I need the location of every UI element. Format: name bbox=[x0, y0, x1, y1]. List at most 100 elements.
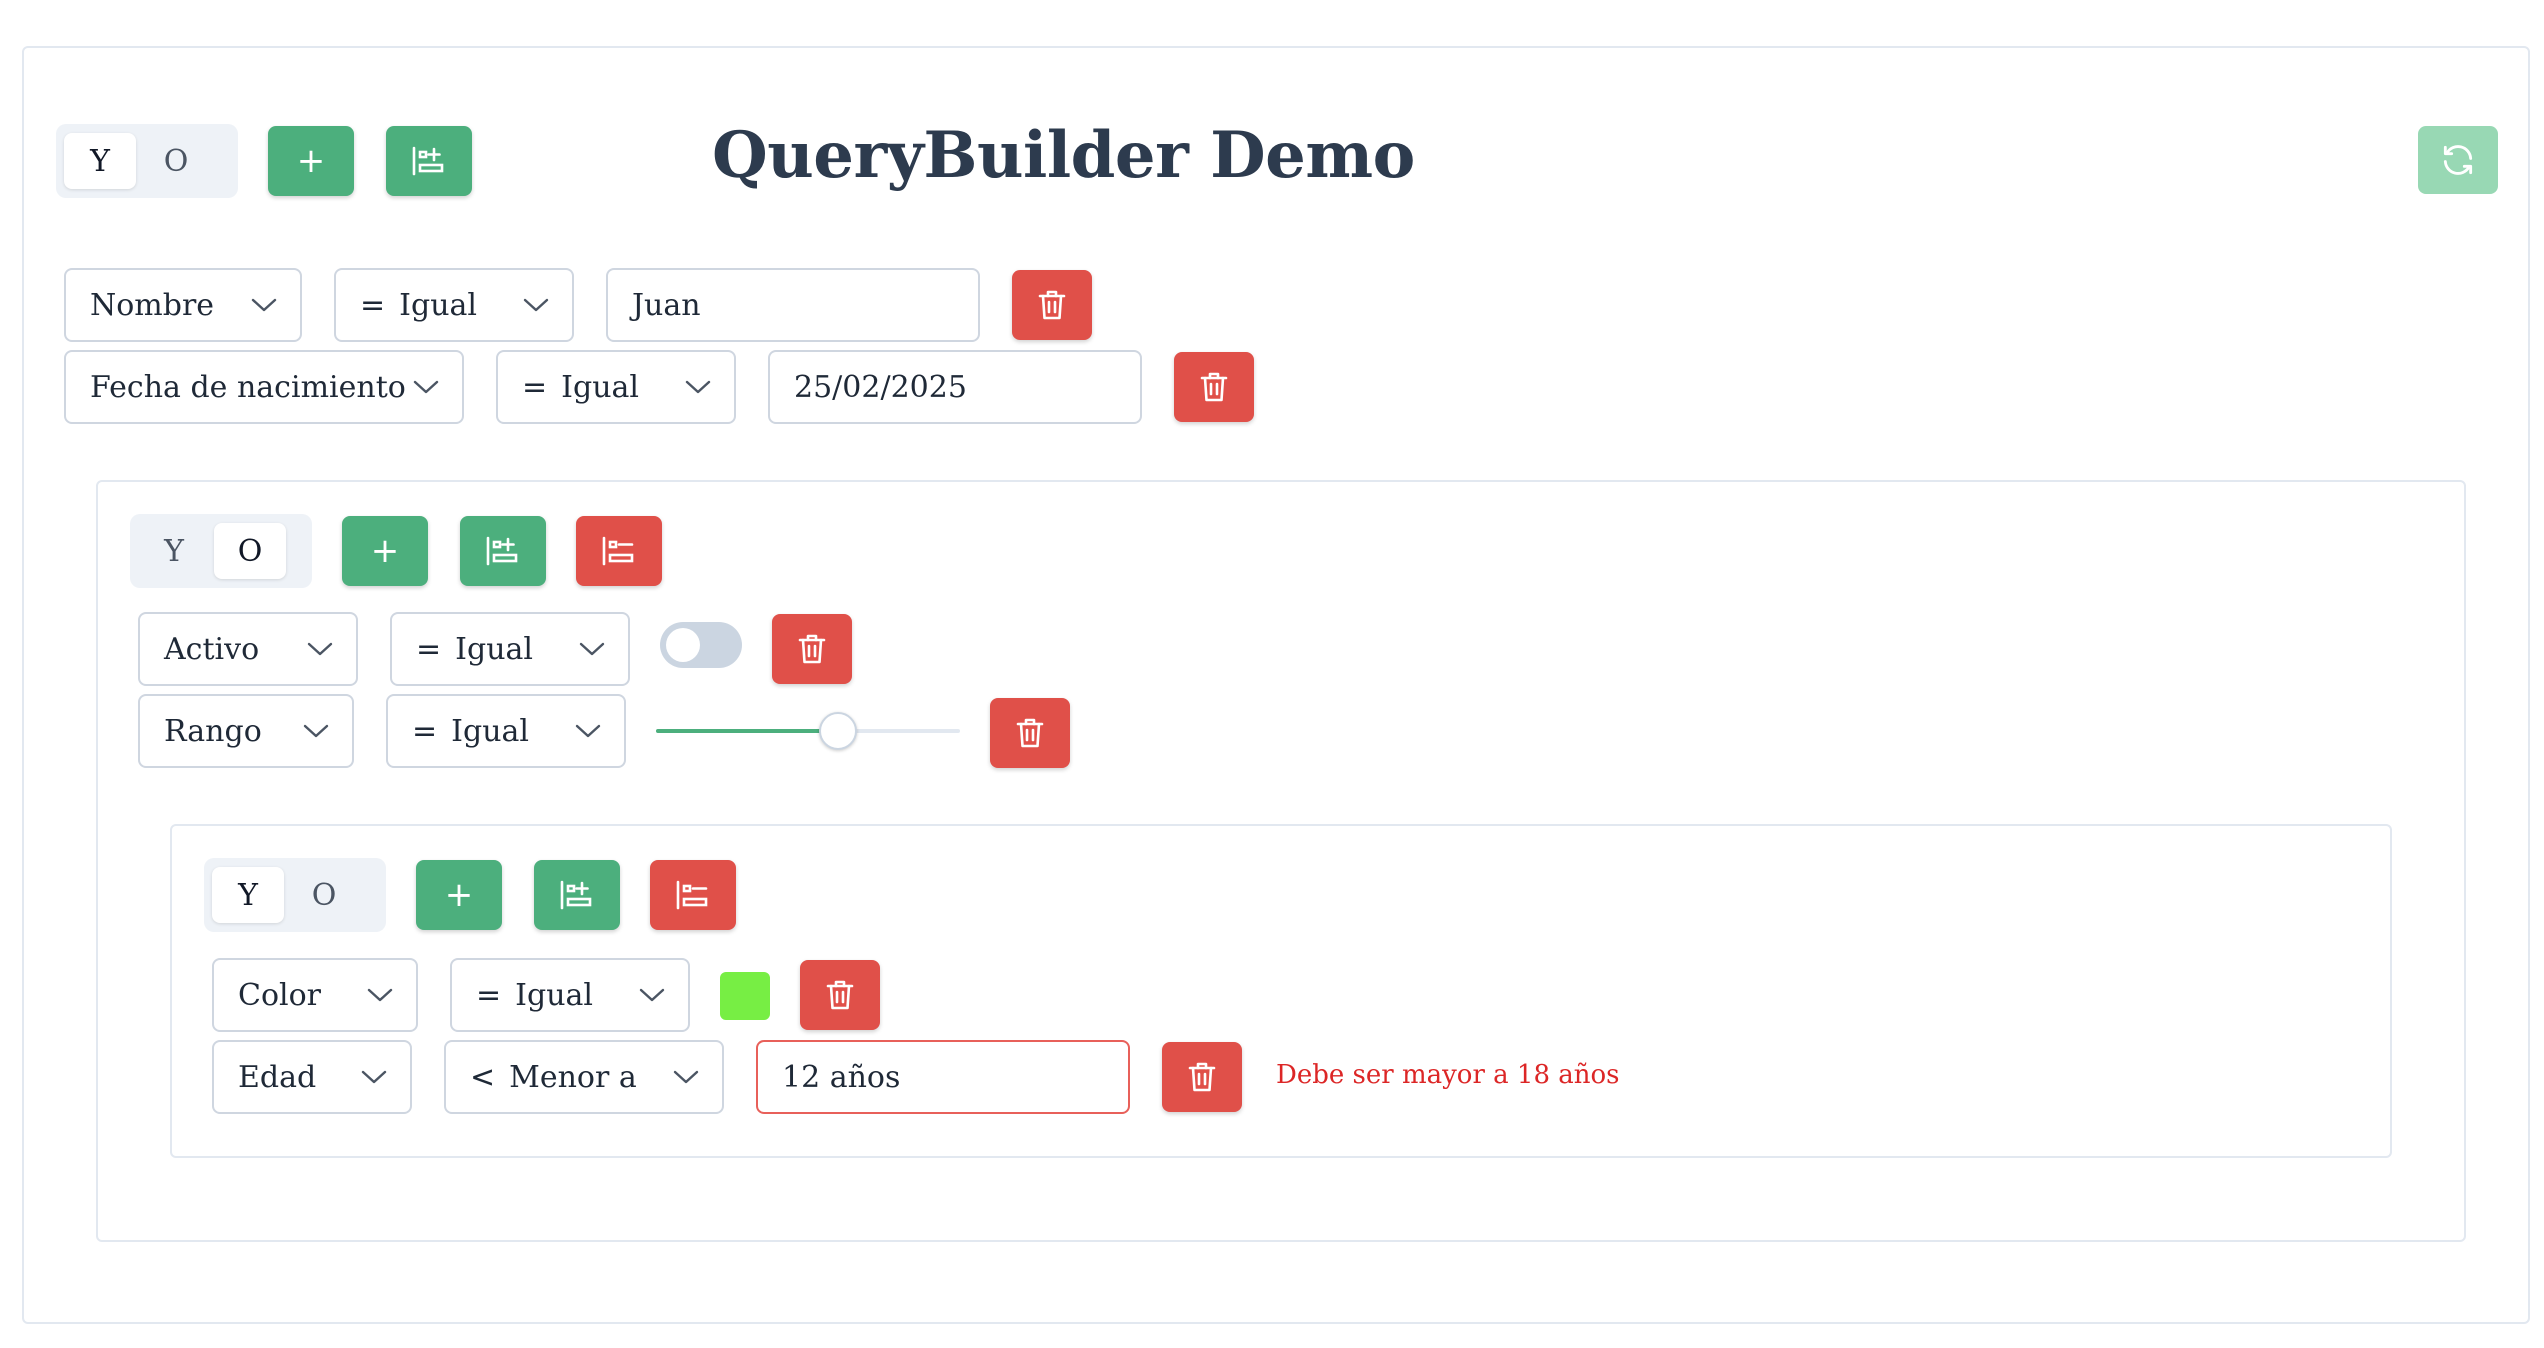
remove-rule-button[interactable] bbox=[1162, 1042, 1242, 1112]
select-value: Color bbox=[238, 977, 322, 1013]
plus-icon: + bbox=[370, 531, 400, 571]
switch-knob bbox=[666, 628, 700, 662]
select-value: = Igual bbox=[412, 714, 529, 749]
select-value: Activo bbox=[164, 631, 260, 667]
group-combinator-y[interactable]: Y bbox=[138, 523, 210, 579]
add-group-icon bbox=[560, 880, 592, 910]
operator-symbol: = bbox=[416, 631, 442, 667]
chevron-down-icon bbox=[413, 380, 439, 394]
refresh-icon bbox=[2443, 145, 2473, 175]
rule-operator-select[interactable]: = Igual bbox=[390, 612, 630, 686]
remove-group-icon bbox=[676, 880, 708, 910]
trash-icon bbox=[1038, 290, 1066, 320]
select-value: < Menor a bbox=[470, 1060, 637, 1095]
group-combinator-o[interactable]: O bbox=[214, 523, 286, 579]
rule-color-picker[interactable] bbox=[720, 972, 770, 1020]
remove-rule-button[interactable] bbox=[772, 614, 852, 684]
group-add-group-button[interactable] bbox=[460, 516, 546, 586]
trash-icon bbox=[1200, 372, 1228, 402]
operator-symbol: = bbox=[412, 713, 438, 749]
chevron-down-icon bbox=[251, 298, 277, 312]
rule-field-select[interactable]: Activo bbox=[138, 612, 358, 686]
chevron-down-icon bbox=[523, 298, 549, 312]
trash-icon bbox=[1188, 1062, 1216, 1092]
operator-label: Menor a bbox=[509, 1059, 637, 1095]
group-combinator-toggle: Y O bbox=[130, 514, 312, 588]
trash-icon bbox=[798, 634, 826, 664]
rule-field-select[interactable]: Edad bbox=[212, 1040, 412, 1114]
root-add-rule-button[interactable]: + bbox=[268, 126, 354, 196]
select-value: = Igual bbox=[476, 978, 593, 1013]
select-value: Nombre bbox=[90, 287, 215, 323]
nested-add-group-button[interactable] bbox=[534, 860, 620, 930]
trash-icon bbox=[826, 980, 854, 1010]
operator-label: Igual bbox=[515, 977, 593, 1013]
chevron-down-icon bbox=[361, 1070, 387, 1084]
rule-operator-select[interactable]: = Igual bbox=[496, 350, 736, 424]
root-add-group-button[interactable] bbox=[386, 126, 472, 196]
operator-label: Igual bbox=[399, 287, 477, 323]
rule-field-select[interactable]: Rango bbox=[138, 694, 354, 768]
rule-operator-select[interactable]: = Igual bbox=[386, 694, 626, 768]
select-value: = Igual bbox=[360, 288, 477, 323]
remove-group-button[interactable] bbox=[576, 516, 662, 586]
operator-symbol: = bbox=[476, 977, 502, 1013]
rule-operator-select[interactable]: = Igual bbox=[334, 268, 574, 342]
select-value: = Igual bbox=[522, 370, 639, 405]
chevron-down-icon bbox=[579, 642, 605, 656]
operator-label: Igual bbox=[455, 631, 533, 667]
nested-remove-group-button[interactable] bbox=[650, 860, 736, 930]
remove-rule-button[interactable] bbox=[1174, 352, 1254, 422]
chevron-down-icon bbox=[575, 724, 601, 738]
rule-operator-select[interactable]: = Igual bbox=[450, 958, 690, 1032]
operator-symbol: = bbox=[522, 369, 548, 405]
rule-value-switch[interactable] bbox=[660, 622, 742, 668]
nested-add-rule-button[interactable]: + bbox=[416, 860, 502, 930]
rule-value-input[interactable]: Juan bbox=[606, 268, 980, 342]
reset-button[interactable] bbox=[2418, 126, 2498, 194]
chevron-down-icon bbox=[307, 642, 333, 656]
root-combinator-o[interactable]: O bbox=[140, 133, 212, 189]
nested-combinator-o[interactable]: O bbox=[288, 867, 360, 923]
rule-value-slider[interactable] bbox=[656, 710, 960, 752]
nested-combinator-y[interactable]: Y bbox=[212, 867, 284, 923]
rule-date-input[interactable]: 25/02/2025 bbox=[768, 350, 1142, 424]
input-value: 25/02/2025 bbox=[794, 369, 967, 405]
select-value: = Igual bbox=[416, 632, 533, 667]
plus-icon: + bbox=[296, 141, 326, 181]
remove-rule-button[interactable] bbox=[1012, 270, 1092, 340]
page-title: QueryBuilder Demo bbox=[712, 118, 1415, 193]
operator-label: Igual bbox=[451, 713, 529, 749]
operator-symbol: < bbox=[470, 1059, 496, 1095]
trash-icon bbox=[1016, 718, 1044, 748]
plus-icon: + bbox=[444, 875, 474, 915]
select-value: Rango bbox=[164, 713, 262, 749]
rule-field-select[interactable]: Fecha de nacimiento bbox=[64, 350, 464, 424]
chevron-down-icon bbox=[673, 1070, 699, 1084]
add-group-icon bbox=[412, 146, 444, 176]
validation-error-message: Debe ser mayor a 18 años bbox=[1276, 1060, 1620, 1090]
chevron-down-icon bbox=[303, 724, 329, 738]
remove-group-icon bbox=[602, 536, 634, 566]
rule-field-select[interactable]: Nombre bbox=[64, 268, 302, 342]
select-value: Edad bbox=[238, 1059, 317, 1095]
operator-symbol: = bbox=[360, 287, 386, 323]
root-combinator-y[interactable]: Y bbox=[64, 133, 136, 189]
rule-value-input[interactable]: 12 años bbox=[756, 1040, 1130, 1114]
rule-field-select[interactable]: Color bbox=[212, 958, 418, 1032]
remove-rule-button[interactable] bbox=[800, 960, 880, 1030]
nested-group-combinator-toggle: Y O bbox=[204, 858, 386, 932]
chevron-down-icon bbox=[639, 988, 665, 1002]
rule-operator-select[interactable]: < Menor a bbox=[444, 1040, 724, 1114]
input-value: 12 años bbox=[782, 1059, 901, 1095]
remove-rule-button[interactable] bbox=[990, 698, 1070, 768]
chevron-down-icon bbox=[685, 380, 711, 394]
select-value: Fecha de nacimiento bbox=[90, 369, 406, 405]
slider-fill bbox=[656, 729, 838, 733]
input-value: Juan bbox=[632, 287, 701, 323]
group-add-rule-button[interactable]: + bbox=[342, 516, 428, 586]
chevron-down-icon bbox=[367, 988, 393, 1002]
slider-thumb[interactable] bbox=[819, 712, 857, 750]
add-group-icon bbox=[486, 536, 518, 566]
operator-label: Igual bbox=[561, 369, 639, 405]
